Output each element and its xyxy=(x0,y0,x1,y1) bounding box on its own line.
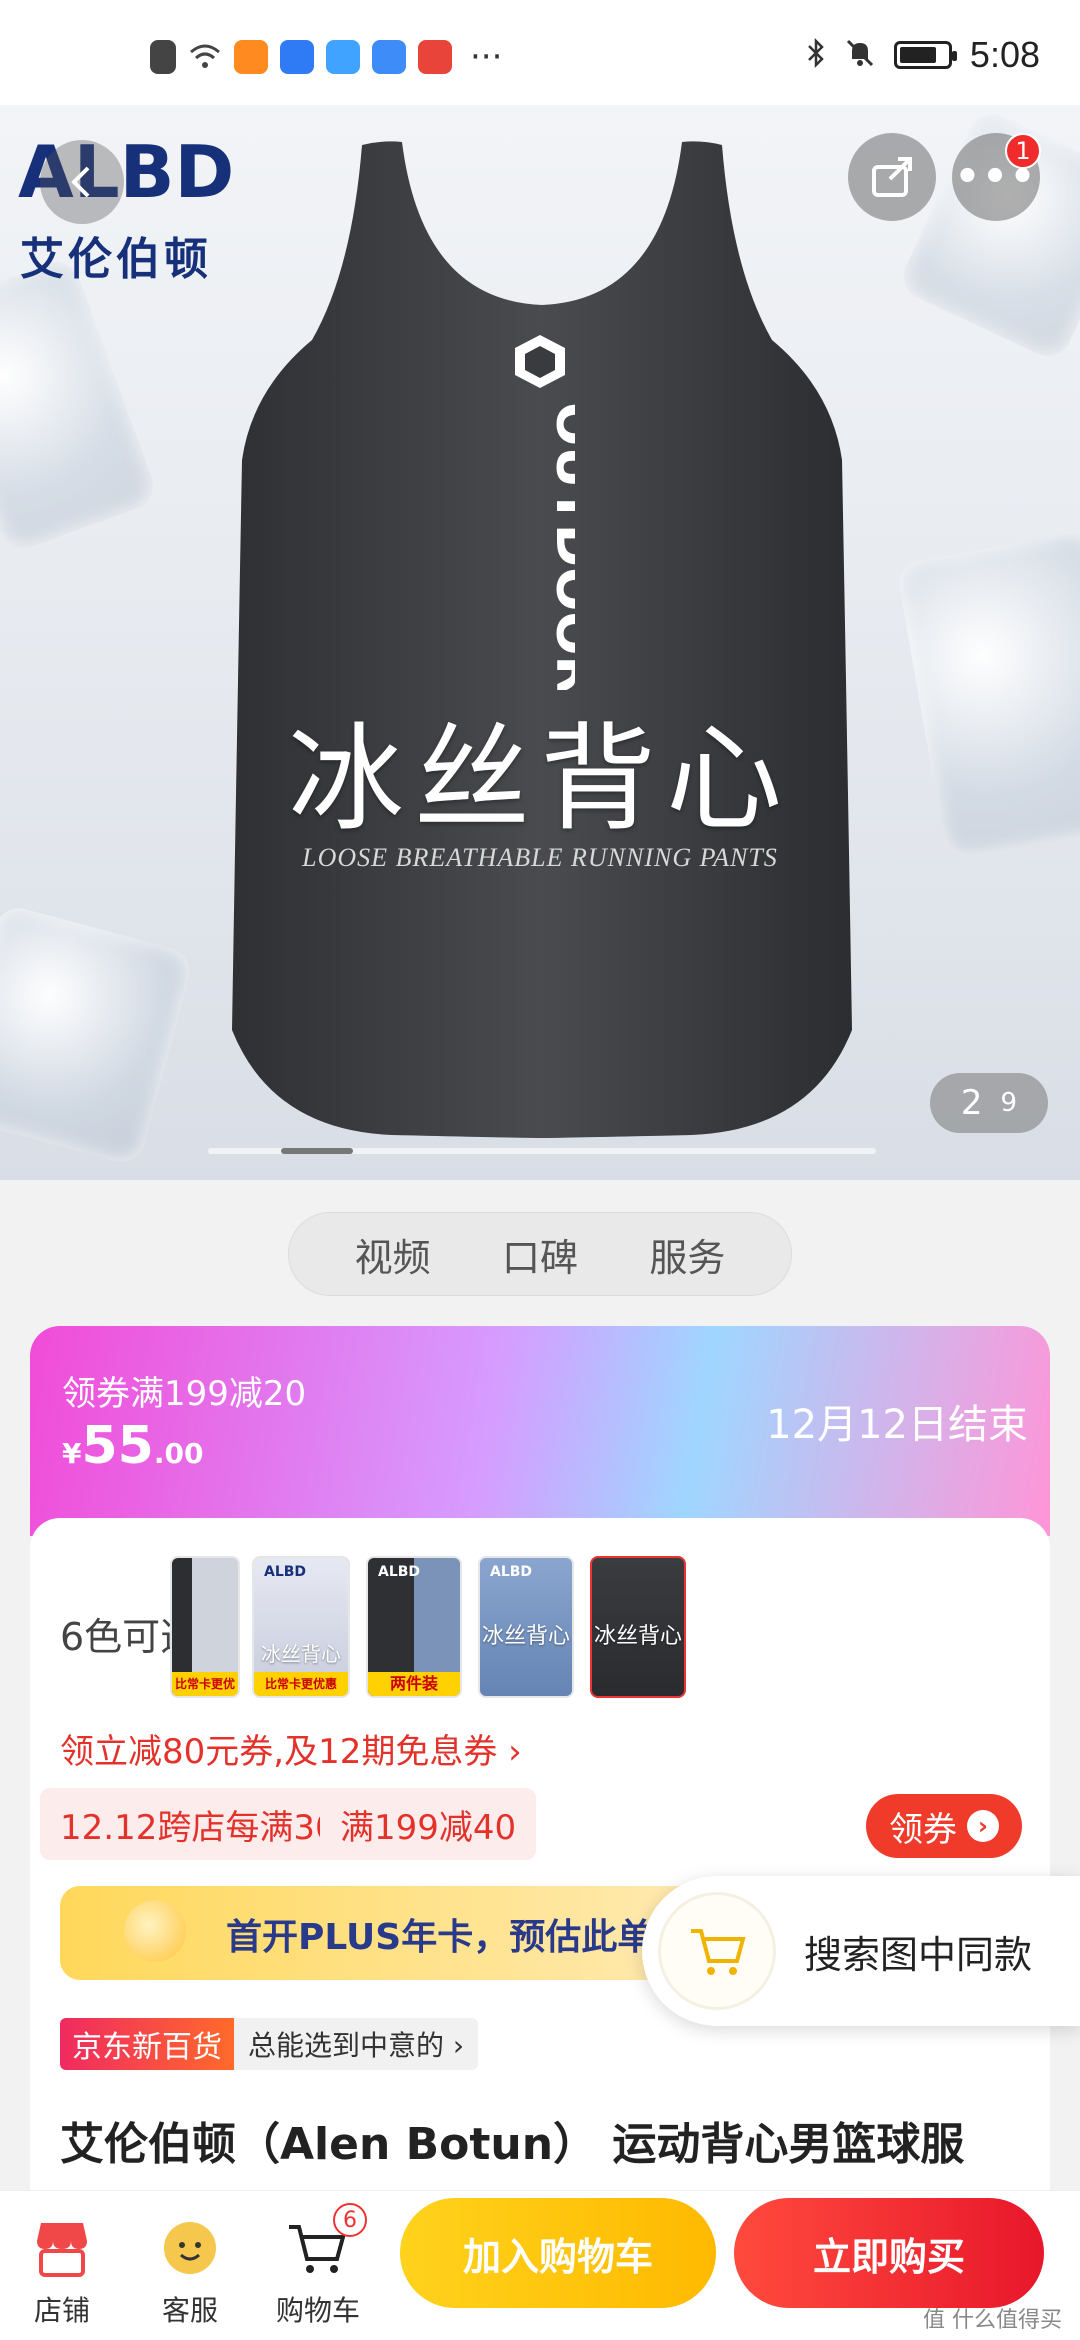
cloud-app-icon xyxy=(326,40,360,74)
notification-icons: ··· xyxy=(150,40,502,74)
price-integer: 55 xyxy=(81,1416,154,1476)
offer-chip-discount[interactable]: 满199减40 xyxy=(320,1788,537,1860)
jd-tag-label: 京东新百货 xyxy=(60,2018,234,2070)
brand-logo-text: 艾伦伯顿 xyxy=(20,234,212,285)
price-currency: ¥ xyxy=(62,1437,82,1470)
promo-end-date: 12月12日结束 xyxy=(766,1402,1028,1448)
outdoor-print: OUTDOOR xyxy=(515,335,575,690)
coupon-link[interactable]: 领立减80元券,及12期免息券 › xyxy=(60,1724,522,1773)
color-swatch[interactable]: ALBD 冰丝背心 比常卡更优惠 xyxy=(252,1556,350,1698)
get-coupon-label: 领券 xyxy=(889,1809,957,1850)
swatch-text: 冰丝背心 xyxy=(481,1624,570,1649)
swatch-brand: ALBD xyxy=(378,1564,421,1580)
bulb-app-icon xyxy=(280,40,314,74)
message-badge: 1 xyxy=(1005,133,1041,169)
crescent-moon-icon xyxy=(124,1900,186,1962)
cart-label: 购物车 xyxy=(275,2294,360,2327)
customer-service-icon xyxy=(155,2213,225,2283)
cart-button[interactable]: 6 购物车 xyxy=(268,2203,368,2329)
store-button[interactable]: 店铺 xyxy=(12,2213,112,2329)
ice-cube-decoration xyxy=(0,902,196,1168)
price-decimal: .00 xyxy=(153,1437,204,1470)
buy-now-button[interactable]: 立即购买 xyxy=(734,2198,1044,2308)
plus-banner-text: 首开PLUS年卡，预估此单额 xyxy=(226,1917,690,1958)
watermark: 值 什么值得买 xyxy=(923,2308,1062,2333)
swatch-text: 冰丝背心 xyxy=(261,1642,341,1666)
store-label: 店铺 xyxy=(33,2294,90,2327)
product-info-card: 6色可选 比常卡更优惠 ALBD 冰丝背心 比常卡更优惠 ALBD 两件装 AL… xyxy=(30,1518,1050,2198)
mute-bell-icon xyxy=(844,37,876,73)
jd-tag-desc: 总能选到中意的 › xyxy=(234,2018,479,2070)
color-swatch[interactable]: ALBD 两件装 xyxy=(366,1556,462,1698)
customer-service-label: 客服 xyxy=(161,2294,218,2327)
store-icon xyxy=(27,2213,97,2283)
swatch-text: 冰丝背心 xyxy=(593,1624,682,1649)
system-status: 5:08 xyxy=(806,34,1040,76)
image-page-indicator: 2 9 xyxy=(930,1073,1048,1133)
tab-reviews[interactable]: 口碑 xyxy=(502,1227,578,1282)
swatch-brand: ALBD xyxy=(490,1564,533,1580)
wifi-icon xyxy=(188,40,222,74)
product-detail-page: ··· 5:08 OUTDOOR 冰丝背心 LOOSE BREATHABLE R… xyxy=(0,0,1080,2340)
customer-service-button[interactable]: 客服 xyxy=(140,2213,240,2329)
share-icon xyxy=(872,157,912,197)
search-similar-button[interactable]: 搜索图中同款 xyxy=(642,1876,1080,2026)
color-swatch-selected[interactable]: 冰丝背心 xyxy=(590,1556,686,1698)
status-bar: ··· 5:08 xyxy=(0,0,1080,105)
promo-coupon-text: 领券满199减20 xyxy=(62,1374,307,1414)
chevron-right-icon: › xyxy=(967,1810,999,1842)
outdoor-print-text: OUTDOOR xyxy=(544,402,575,690)
video-app-icon xyxy=(234,40,268,74)
product-banner-subtitle: LOOSE BREATHABLE RUNNING PANTS xyxy=(302,843,778,872)
search-similar-text: 搜索图中同款 xyxy=(804,1933,1033,1977)
swatch-brand: ALBD xyxy=(264,1564,307,1580)
book-app-icon xyxy=(418,40,452,74)
color-swatch[interactable]: 比常卡更优惠 xyxy=(170,1556,240,1698)
page-total: 9 xyxy=(1000,1088,1018,1118)
clock: 5:08 xyxy=(969,34,1040,75)
page-current: 2 xyxy=(960,1083,983,1123)
swatch-tag: 比常卡更优惠 xyxy=(254,1672,348,1696)
chevron-left-icon xyxy=(71,166,90,198)
tab-video[interactable]: 视频 xyxy=(355,1227,431,1282)
product-banner-title: 冰丝背心 xyxy=(288,712,792,847)
shopping-cart-icon: 6 xyxy=(283,2203,367,2283)
alert-icon xyxy=(150,40,176,74)
carousel-progress xyxy=(208,1148,876,1154)
add-to-cart-button[interactable]: 加入购物车 xyxy=(400,2198,716,2308)
weather-app-icon xyxy=(372,40,406,74)
color-swatch[interactable]: ALBD 冰丝背心 xyxy=(478,1556,574,1698)
product-image-carousel[interactable]: OUTDOOR 冰丝背心 LOOSE BREATHABLE RUNNING PA… xyxy=(0,105,1080,1180)
cart-icon xyxy=(658,1892,776,2010)
carousel-progress-bar xyxy=(281,1148,353,1154)
promo-price: ¥55.00 xyxy=(62,1416,203,1476)
back-button[interactable] xyxy=(40,140,124,224)
more-notifications-icon: ··· xyxy=(470,37,503,77)
jd-department-store-tag[interactable]: 京东新百货 总能选到中意的 › xyxy=(60,2018,479,2070)
bluetooth-icon xyxy=(806,37,826,73)
promo-banner[interactable]: 领券满199减20 ¥55.00 12月12日结束 xyxy=(30,1326,1050,1536)
battery-icon xyxy=(893,41,957,69)
swatch-tag: 两件装 xyxy=(368,1672,460,1696)
get-coupon-button[interactable]: 领券 › xyxy=(866,1794,1022,1858)
section-tabs: 视频 口碑 服务 xyxy=(288,1212,792,1296)
tab-service[interactable]: 服务 xyxy=(649,1227,725,1282)
ice-cube-decoration xyxy=(0,255,160,555)
cart-count-badge: 6 xyxy=(333,2203,367,2237)
swatch-tag: 比常卡更优惠 xyxy=(172,1672,238,1696)
share-button[interactable] xyxy=(848,133,936,221)
product-title: 艾伦伯顿（Alen Botun） 运动背心男篮球服 xyxy=(60,2119,965,2170)
